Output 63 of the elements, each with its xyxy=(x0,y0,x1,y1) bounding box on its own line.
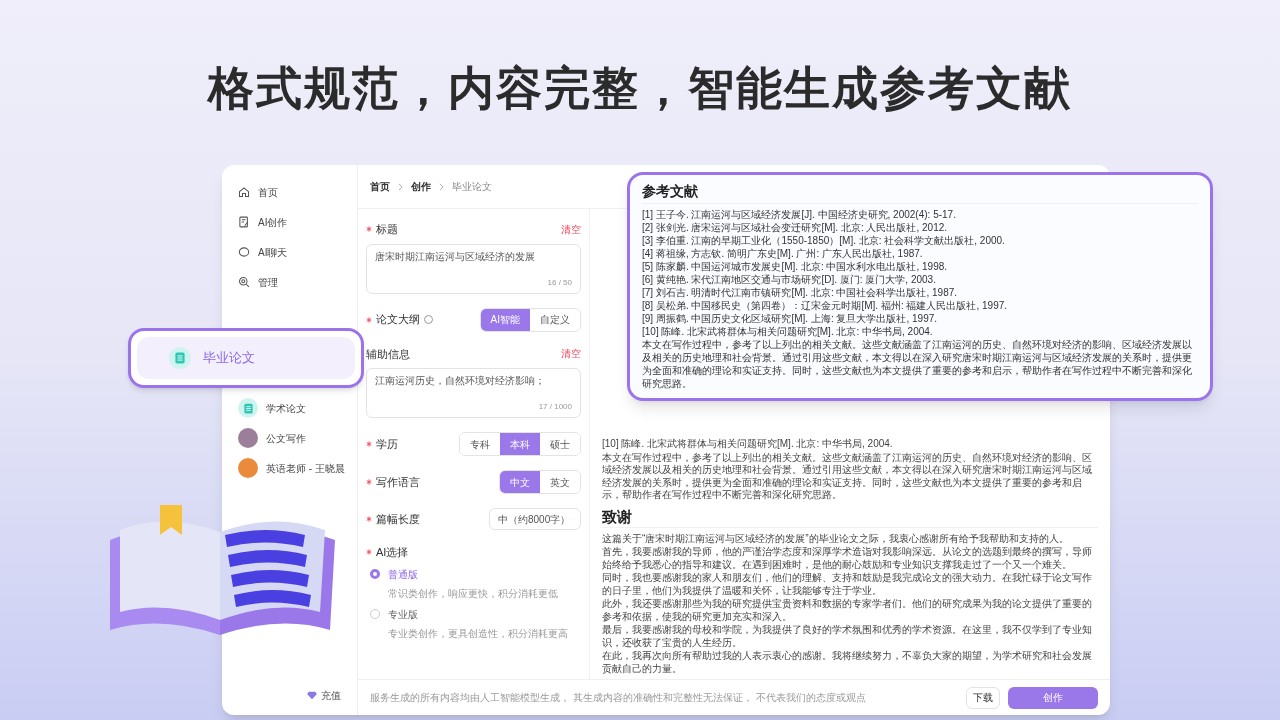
card-title: 参考文献 xyxy=(642,179,1198,204)
reference-entry: [7] 刘石吉. 明清时代江南市镇研究[M]. 北京: 中国社会科学出版社, 1987. xyxy=(642,286,959,299)
sidebar-item[interactable]: 公文写作 xyxy=(234,423,345,453)
chat-bubble-icon xyxy=(238,246,250,258)
paragraph: 这篇关于“唐宋时期江南运河与区域经济的发展”的毕业论文之际，我衷心感谢所有给予我帮助和支持的人。 xyxy=(602,532,1070,545)
reference-entry: [10] 陈峰. 北宋武将群体与相关问题研究[M]. 北京: 中华书局, 2004. xyxy=(602,438,894,451)
paragraph: 在此，我再次向所有帮助过我的人表示衷心的感谢。我将继续努力，不辜负大家的期望，为学术研究和社会发展贡献自己的力量。 xyxy=(602,650,1093,675)
disclaimer-text: 服务生成的所有内容均由人工智能模型生成， 其生成内容的准确性和完整性无法保证， 不代表我们的态度或观点 xyxy=(370,691,867,704)
magnifier-gear-icon xyxy=(238,276,250,288)
section-heading: 致谢 xyxy=(602,506,1098,528)
field-label: AI选择 xyxy=(376,545,409,560)
option-description: 专业类创作，更具创造性，积分消耗更高 xyxy=(387,626,569,641)
document-icon xyxy=(169,347,191,369)
document-icon xyxy=(238,398,258,418)
paragraph: 最后，我要感谢我的母校和学院，为我提供了良好的学术氛围和优秀的学术资源。在这里，我不仅学到了专业知识，还收获了宝贵的人生经历。 xyxy=(602,624,1093,649)
sidebar-item[interactable]: 英语老师 - 王晓晨 xyxy=(234,453,345,483)
radio-option[interactable]: 普通版 xyxy=(370,566,581,582)
paragraph: 本文在写作过程中，参考了以上列出的相关文献。这些文献涵盖了江南运河的历史、自然环境对经济的影响、区域经济发展以及相关的历史地理和社会背景。通过引用这些文献，本文得以在深入研究唐宋时期江南运河与区域经济发展的关系时，提供更为全面和准确的理论和实证支持。同时，这些文献也为本文提供了重要的参考和启示，帮助作者在写作过程中不断完善和深化研究思路。 xyxy=(642,338,1193,390)
clear-link[interactable]: 清空 xyxy=(561,221,581,237)
clear-link[interactable]: 清空 xyxy=(561,346,581,362)
sidebar-item[interactable]: 毕业论文 xyxy=(137,337,355,379)
download-button[interactable]: 下载 xyxy=(966,686,1000,709)
reference-entry: [4] 蒋祖缘, 方志钦. 简明广东史[M]. 广州: 广东人民出版社, 1987. xyxy=(642,247,924,260)
field-label: 论文大纲 xyxy=(376,312,420,328)
field-label: 标题 xyxy=(376,222,398,237)
sidebar-item[interactable]: 管理 xyxy=(234,267,345,297)
paragraph: 同时，我也要感谢我的家人和朋友们，他们的理解、支持和鼓励是我完成论文的强大动力。在我忙碌于论文写作的日子里，他们为我提供了温暖和关怀，让我能够专注于学业。 xyxy=(602,572,1093,597)
sidebar-item[interactable]: 学术论文 xyxy=(234,393,345,423)
field-label: 学历 xyxy=(376,436,398,452)
length-select[interactable]: 中（约8000字） xyxy=(489,508,581,530)
field-label: 辅助信息 xyxy=(366,346,410,362)
recharge-link[interactable]: 充值 xyxy=(234,688,345,703)
character-counter: 16 / 50 xyxy=(547,276,572,289)
reference-entry: [3] 李伯重. 江南的早期工业化（1550-1850）[M]. 北京: 社会科学文献出版社, 2000. xyxy=(642,234,1006,247)
breadcrumb-link[interactable]: 毕业论文 xyxy=(452,179,492,194)
chevron-right-icon xyxy=(439,182,444,191)
field-label: 写作语言 xyxy=(376,474,420,490)
headline: 格式规范，内容完整，智能生成参考文献 xyxy=(206,61,1073,116)
option-description: 常识类创作，响应更快，积分消耗更低 xyxy=(387,586,559,601)
reference-entry: [10] 陈峰. 北宋武将群体与相关问题研究[M]. 北京: 中华书局, 2004. xyxy=(642,325,934,338)
paragraph: 首先，我要感谢我的导师，他的严谨治学态度和深厚学术造诣对我影响深远。从论文的选题到最终的撰写，导师始终给予我悉心的指导和建议。在遇到困难时，是他的耐心鼓励和专业知识支撑我走过了一个又一个难关。 xyxy=(602,546,1093,571)
reference-entry: [9] 周振鹤. 中国历史文化区域研究[M]. 上海: 复旦大学出版社, 1997. xyxy=(642,312,939,325)
reference-entry: [6] 黄纯艳. 宋代江南地区交通与市场研究[D]. 厦门: 厦门大学, 2003. xyxy=(642,273,937,286)
text-area-field[interactable]: 唐宋时期江南运河与区域经济的发展 16 / 50 xyxy=(366,243,581,294)
reference-entry: [8] 吴松弟. 中国移民史（第四卷）：辽宋金元时期[M]. 福州: 福建人民出版社, 1997. xyxy=(642,299,1009,312)
breadcrumb-link[interactable]: 创作 xyxy=(411,179,431,194)
paragraph: 此外，我还要感谢那些为我的研究提供宝贵资料和数据的专家学者们。他们的研究成果为我的论文提供了重要的参考和依据，使我的研究更加充实和深入。 xyxy=(602,598,1093,623)
sidebar-item[interactable]: 首页 xyxy=(234,177,345,207)
character-counter: 17 / 1000 xyxy=(538,401,572,413)
breadcrumb-link[interactable]: 首页 xyxy=(370,179,390,194)
document-pen-icon xyxy=(238,216,250,228)
home-icon xyxy=(238,186,250,198)
field-label: 篇幅长度 xyxy=(376,511,420,527)
reference-entry: [5] 陈家麟. 中国运河城市发展史[M]. 北京: 中国水利水电出版社, 1998. xyxy=(642,260,949,273)
paragraph: 本文在写作过程中，参考了以上列出的相关文献。这些文献涵盖了江南运河的历史、自然环境对经济的影响、区域经济发展以及相关的历史地理和社会背景。通过引用这些文献，本文得以在深入研究唐宋时期江南运河与区域经济发展的关系时，提供更为全面和准确的理论和实证支持。同时，这些文献也为本文提供了重要的参考和启示，帮助作者在写作过程中不断完善和深化研究思路。 xyxy=(602,451,1093,502)
text-area-field[interactable]: 江南运河历史，自然环境对经济影响； 17 / 1000 xyxy=(366,368,581,418)
reference-entry: [2] 张剑光. 唐宋运河与区域社会变迁研究[M]. 北京: 人民出版社, 2012. xyxy=(642,221,949,234)
chevron-right-icon xyxy=(398,182,403,191)
diamond-icon xyxy=(307,691,317,700)
reference-entry: [1] 王子今. 江南运河与区域经济发展[J]. 中国经济史研究, 2002(4): 5-17. xyxy=(642,208,957,221)
sidebar-item[interactable]: AI聊天 xyxy=(234,237,345,267)
radio-option[interactable]: 专业版 xyxy=(370,606,581,622)
sidebar-item[interactable]: AI创作 xyxy=(234,207,345,237)
